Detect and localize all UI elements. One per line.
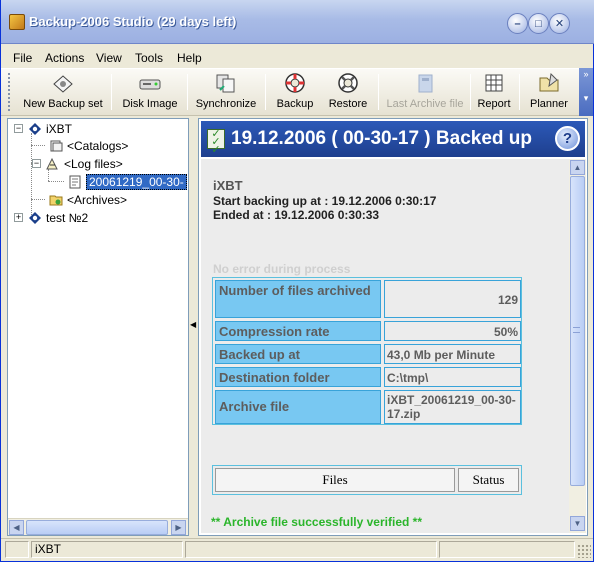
no-error-message: No error during process (213, 262, 351, 276)
status-column-header[interactable]: Status (458, 468, 519, 492)
stat-value: iXBT_20061219_00-30-17.zip (384, 390, 521, 424)
minimize-button[interactable]: – (507, 13, 528, 34)
toolbar-separator (519, 74, 520, 110)
report-title: 19.12.2006 ( 00-30-17 ) Backed up (231, 128, 533, 149)
log-files-icon (45, 157, 61, 171)
backup-button[interactable]: Backup (273, 70, 317, 114)
status-panel-set: iXBT (31, 541, 183, 558)
app-icon (9, 14, 25, 30)
resize-grip[interactable] (577, 544, 591, 558)
archives-folder-icon (48, 193, 64, 207)
tree-node-ixbt[interactable]: − iXBT (14, 120, 72, 137)
toolbar-separator (187, 74, 188, 110)
disk-image-button[interactable]: Disk Image (119, 70, 181, 114)
stat-label: Destination folder (215, 367, 381, 387)
stat-label: Number of files archived (215, 280, 381, 318)
toolbar-grip[interactable] (7, 72, 11, 112)
close-button[interactable]: ✕ (549, 13, 570, 34)
tree-node-log-file[interactable]: 20061219_00-30- (67, 173, 187, 190)
synchronize-button[interactable]: Synchronize (194, 70, 258, 114)
synchronize-icon (213, 71, 239, 95)
minimize-icon: – (514, 17, 521, 30)
menu-tools[interactable]: Tools (135, 51, 163, 65)
expand-icon[interactable]: + (14, 213, 23, 222)
start-time: Start backing up at : 19.12.2006 0:30:17 (213, 194, 437, 208)
tree-connector (48, 181, 64, 182)
verified-message: ** Archive file successfully verified ** (211, 515, 422, 529)
help-icon: ? (562, 130, 573, 147)
menu-file[interactable]: File (13, 51, 32, 65)
tree-node-test-2[interactable]: + test №2 (14, 209, 88, 226)
tree-node-catalogs[interactable]: <Catalogs> (48, 137, 128, 154)
stat-value: 129 (384, 280, 521, 318)
last-archive-file-button[interactable]: Last Archive file (385, 70, 465, 114)
new-backup-set-button[interactable]: New Backup set (21, 70, 105, 114)
tree-connector (31, 145, 45, 146)
status-panel-middle (185, 541, 437, 558)
log-file-icon (67, 175, 83, 189)
scroll-right-icon[interactable]: ▶ (171, 520, 186, 535)
scrollbar-thumb[interactable] (26, 520, 168, 535)
end-time: Ended at : 19.12.2006 0:30:33 (213, 208, 380, 222)
tree-node-log-files[interactable]: − <Log files> (32, 155, 123, 172)
menu-help[interactable]: Help (177, 51, 202, 65)
menu-view[interactable]: View (96, 51, 122, 65)
tree-horizontal-scrollbar[interactable]: ◀ ▶ (8, 518, 188, 535)
stat-label: Backed up at (215, 344, 381, 364)
status-panel-empty (5, 541, 29, 558)
stats-table: Number of files archived 129 Compression… (212, 277, 522, 425)
collapse-left-icon[interactable]: ◀ (190, 320, 196, 329)
report-content: iXBT Start backing up at : 19.12.2006 0:… (201, 159, 569, 533)
archive-icon (412, 71, 438, 95)
backup-set-icon (27, 122, 43, 136)
window-title: Backup-2006 Studio (29 days left) (29, 14, 237, 29)
backup-tree: − iXBT <Catalogs> − <Log files> 20061219… (7, 118, 189, 536)
close-icon: ✕ (554, 18, 565, 30)
menu-bar: File Actions View Tools Help (1, 48, 593, 68)
backup-set-icon (27, 211, 43, 225)
status-panel-right (439, 541, 575, 558)
lifebuoy-icon (282, 71, 308, 95)
scroll-up-icon[interactable]: ▲ (570, 160, 585, 175)
toolbar-separator (470, 74, 471, 110)
toolbar-separator (378, 74, 379, 110)
scroll-down-icon[interactable]: ▼ (570, 516, 585, 531)
collapse-icon[interactable]: − (14, 124, 23, 133)
maximize-icon: □ (535, 17, 542, 30)
stat-value: 50% (384, 321, 521, 341)
stat-label: Archive file (215, 390, 381, 424)
checklist-icon: ✓ ✓ ✓ (207, 129, 225, 156)
toolbar-overflow-button[interactable]: » ▾ (579, 68, 593, 116)
application-window: Backup-2006 Studio (29 days left) – □ ✕ … (0, 0, 594, 562)
scroll-left-icon[interactable]: ◀ (9, 520, 24, 535)
toolbar-separator (111, 74, 112, 110)
files-table: Files Status (212, 465, 522, 495)
catalogs-icon (48, 139, 64, 153)
disk-image-icon (137, 71, 163, 95)
backup-set-name: iXBT (213, 178, 243, 193)
scrollbar-grip (573, 327, 580, 333)
menu-actions[interactable]: Actions (45, 51, 84, 65)
stat-value: C:\tmp\ (384, 367, 521, 387)
tree-connector (31, 199, 45, 200)
report-button[interactable]: Report (475, 70, 513, 114)
chevron-right-icon: » ▾ (583, 69, 589, 103)
planner-button[interactable]: Planner (526, 70, 572, 114)
report-vertical-scrollbar[interactable]: ▲ ▼ (569, 159, 586, 533)
toolbar-separator (265, 74, 266, 110)
report-icon (481, 71, 507, 95)
collapse-icon[interactable]: − (32, 159, 41, 168)
tree-node-archives[interactable]: <Archives> (48, 191, 127, 208)
files-column-header[interactable]: Files (215, 468, 455, 492)
restore-button[interactable]: Restore (325, 70, 371, 114)
maximize-button[interactable]: □ (528, 13, 549, 34)
new-backup-icon (50, 71, 76, 95)
restore-icon (335, 71, 361, 95)
stat-value: 43,0 Mb per Minute (384, 344, 521, 364)
stat-label: Compression rate (215, 321, 381, 341)
planner-icon (536, 71, 562, 95)
help-button[interactable]: ? (555, 126, 580, 151)
